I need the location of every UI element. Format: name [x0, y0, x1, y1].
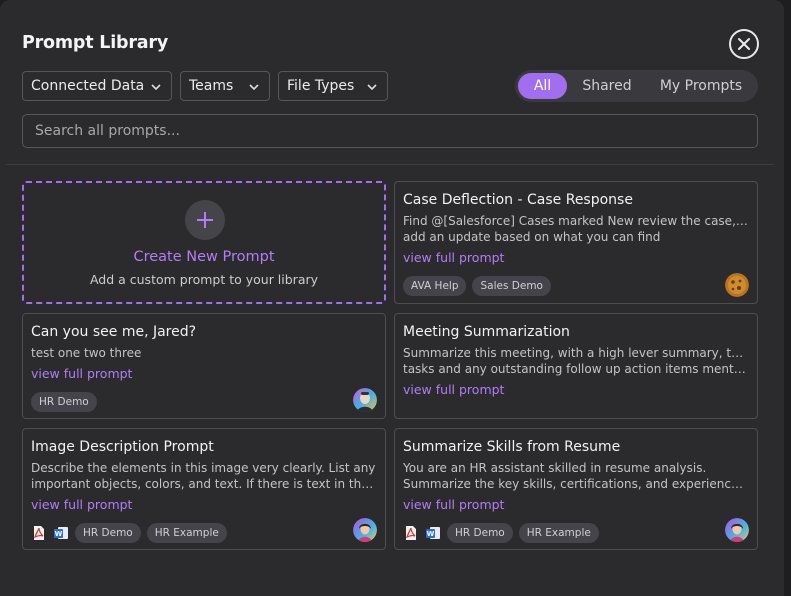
- chevron-down-icon: [249, 84, 259, 91]
- card-description: test one two three: [31, 345, 377, 361]
- close-icon: [738, 38, 750, 50]
- prompt-library-modal: Prompt Library Connected Data Teams File…: [0, 0, 784, 596]
- card-description-line: test one two three: [31, 346, 142, 360]
- segment-shared[interactable]: Shared: [567, 73, 647, 99]
- page-title: Prompt Library: [22, 33, 169, 53]
- connected-data-dropdown[interactable]: Connected Data: [22, 71, 172, 101]
- prompt-card[interactable]: Meeting Summarization Summarize this mee…: [394, 313, 758, 419]
- teams-dropdown[interactable]: Teams: [180, 71, 270, 101]
- word-icon: W: [425, 524, 441, 542]
- card-title: Meeting Summarization: [403, 324, 570, 340]
- prompt-card[interactable]: Summarize Skills from Resume You are an …: [394, 428, 758, 550]
- segment-all[interactable]: All: [518, 73, 567, 99]
- user-avatar: [353, 388, 377, 412]
- scope-segmented-control: All Shared My Prompts: [515, 70, 758, 102]
- plus-button[interactable]: [185, 200, 225, 240]
- create-title: Create New Prompt: [133, 249, 275, 265]
- card-description-line: Describe the elements in this image very…: [31, 461, 376, 475]
- card-title: Case Deflection - Case Response: [403, 192, 633, 208]
- prompt-card[interactable]: Case Deflection - Case Response Find @[S…: [394, 181, 758, 304]
- chevron-down-icon: [151, 84, 161, 91]
- word-icon: W: [53, 524, 69, 542]
- connected-data-label: Connected Data: [31, 78, 145, 94]
- card-description-line: important objects, colors, and text. If …: [31, 477, 377, 491]
- card-description-line: add an update based on what you can find: [403, 230, 661, 244]
- user-avatar: [353, 518, 377, 542]
- tag-list: HR Demo: [31, 392, 97, 412]
- file-types-dropdown[interactable]: File Types: [278, 71, 388, 101]
- search-input[interactable]: [22, 114, 758, 148]
- card-title: Summarize Skills from Resume: [403, 439, 621, 455]
- card-description: Describe the elements in this image very…: [31, 460, 377, 492]
- tag-list: W HR Demo HR Example: [403, 523, 599, 543]
- user-avatar: [725, 518, 749, 542]
- view-full-prompt-link[interactable]: view full prompt: [403, 497, 504, 512]
- tag: AVA Help: [403, 276, 467, 296]
- create-new-prompt-card[interactable]: Create New Prompt Add a custom prompt to…: [22, 181, 386, 304]
- card-description-line: Find @[Salesforce] Cases marked New revi…: [403, 214, 749, 228]
- cookie-avatar: [725, 273, 749, 297]
- pdf-icon: [31, 524, 47, 542]
- file-types-label: File Types: [287, 78, 355, 94]
- segment-my-prompts[interactable]: My Prompts: [647, 73, 755, 99]
- prompt-card[interactable]: Can you see me, Jared? test one two thre…: [22, 313, 386, 419]
- tag-list: W HR Demo HR Example: [31, 523, 227, 543]
- tag: HR Demo: [447, 523, 513, 543]
- prompt-card[interactable]: Image Description Prompt Describe the el…: [22, 428, 386, 550]
- tag: HR Demo: [75, 523, 141, 543]
- tag: HR Demo: [31, 392, 97, 412]
- chevron-down-icon: [367, 84, 377, 91]
- view-full-prompt-link[interactable]: view full prompt: [403, 250, 504, 265]
- svg-text:W: W: [427, 530, 435, 538]
- divider: [6, 164, 774, 165]
- teams-label: Teams: [189, 78, 234, 94]
- card-description-line: You are an HR assistant skilled in resum…: [403, 461, 707, 475]
- tag: HR Example: [518, 523, 599, 543]
- card-description: You are an HR assistant skilled in resum…: [403, 460, 749, 492]
- close-button[interactable]: [729, 29, 759, 59]
- card-title: Image Description Prompt: [31, 439, 214, 455]
- card-description: Find @[Salesforce] Cases marked New revi…: [403, 213, 749, 245]
- tag-list: AVA Help Sales Demo: [403, 276, 551, 296]
- card-title: Can you see me, Jared?: [31, 324, 197, 340]
- view-full-prompt-link[interactable]: view full prompt: [403, 382, 504, 397]
- card-description-line: Summarize the key skills, certifications…: [403, 477, 749, 491]
- tag: HR Example: [146, 523, 227, 543]
- view-full-prompt-link[interactable]: view full prompt: [31, 366, 132, 381]
- card-description-line: Summarize this meeting, with a high leve…: [403, 346, 749, 360]
- svg-text:W: W: [55, 530, 63, 538]
- tag: Sales Demo: [472, 276, 551, 296]
- pdf-icon: [403, 524, 419, 542]
- create-subtitle: Add a custom prompt to your library: [89, 272, 319, 287]
- plus-icon: [197, 212, 213, 228]
- view-full-prompt-link[interactable]: view full prompt: [31, 497, 132, 512]
- card-description: Summarize this meeting, with a high leve…: [403, 345, 749, 377]
- card-description-line: tasks and any outstanding follow up acti…: [403, 362, 749, 376]
